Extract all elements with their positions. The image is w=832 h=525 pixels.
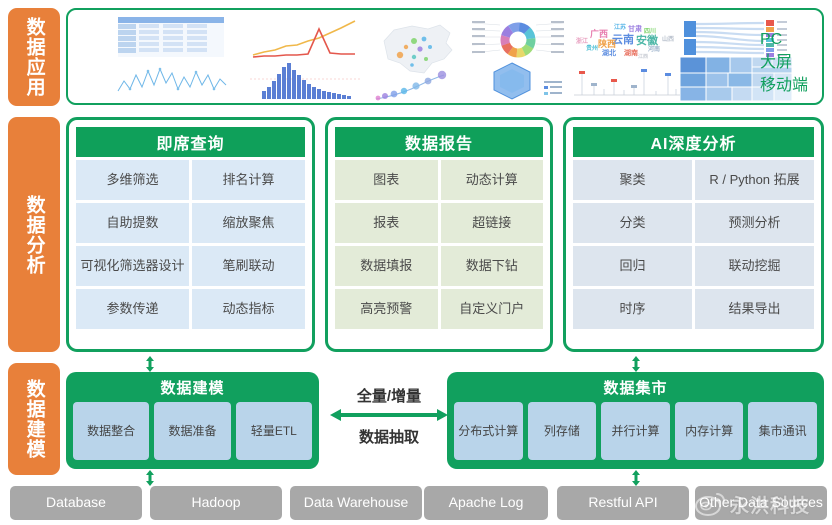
arrow-top-label: 全量/增量 xyxy=(356,388,422,405)
modeling-cell[interactable]: 数据准备 xyxy=(154,402,231,460)
svg-text:安徽: 安徽 xyxy=(636,33,659,47)
svg-text:湖北: 湖北 xyxy=(602,48,616,57)
connector-arrow-up-modeling xyxy=(146,356,154,372)
mart-cell[interactable]: 列存储 xyxy=(527,402,597,460)
word-cloud-thumbnail: 云南 安徽 广西 陕西 甘肃 江苏 四川 湖北 湖南 贵州 河南 山西 浙江 江… xyxy=(576,23,674,60)
panel-title: 即席查询 xyxy=(76,127,305,157)
connector-arrow-up-mart xyxy=(632,356,640,372)
box-cell-row: 数据整合 数据准备 轻量ETL xyxy=(73,402,312,460)
svg-text:江苏: 江苏 xyxy=(614,23,626,31)
feature-cell[interactable]: 结果导出 xyxy=(695,289,814,329)
sidebar-item-label: 数据应用 xyxy=(23,17,45,97)
sidebar-item-label: 数据分析 xyxy=(23,194,45,275)
svg-text:浙江: 浙江 xyxy=(576,37,588,45)
data-application-band: 云南 安徽 广西 陕西 甘肃 江苏 四川 湖北 湖南 贵州 河南 山西 浙江 江… xyxy=(66,8,824,105)
data-source-label: Data Warehouse xyxy=(303,494,409,511)
panel-title: 数据报告 xyxy=(335,127,543,157)
panel-cell-grid: 多维筛选 排名计算 自助提数 缩放聚焦 可视化筛选器设计 笔刷联动 参数传递 动… xyxy=(76,160,305,329)
feature-cell[interactable]: 联动挖掘 xyxy=(695,246,814,286)
dot-plot-thumbnail xyxy=(574,69,682,96)
svg-text:广西: 广西 xyxy=(590,28,608,40)
panel-title: AI深度分析 xyxy=(573,127,814,157)
feature-cell[interactable]: 回归 xyxy=(573,246,692,286)
architecture-diagram: 数据应用 数据分析 数据建模 云南 安徽 广西 陕西 甘肃 江苏 四川 湖北 湖… xyxy=(0,0,832,525)
sidebar-item-label: 数据建模 xyxy=(23,379,45,459)
device-bigscreen-label: 大屏 xyxy=(759,54,792,72)
device-mobile-label: 移动端 xyxy=(759,77,808,95)
feature-cell[interactable]: 分类 xyxy=(573,203,692,243)
svg-text:湖南: 湖南 xyxy=(624,48,638,57)
data-modeling-box: 数据建模 数据整合 数据准备 轻量ETL xyxy=(66,372,319,469)
connector-arrow-down-modeling xyxy=(146,470,154,486)
feature-cell[interactable]: 多维筛选 xyxy=(76,160,189,200)
mart-cell[interactable]: 并行计算 xyxy=(601,402,670,460)
data-source-data-warehouse[interactable]: Data Warehouse xyxy=(290,486,422,520)
connector-arrow-down-mart xyxy=(632,470,640,486)
line-chart-thumbnail xyxy=(252,20,356,58)
data-source-label: Hadoop xyxy=(191,494,241,511)
china-map-thumbnail xyxy=(375,24,453,101)
data-source-label: Other Data Sources xyxy=(699,494,823,511)
panel-ai-deep-analysis: AI深度分析 聚类 R / Python 拓展 分类 预测分析 回归 联动挖掘 … xyxy=(563,117,824,352)
feature-cell[interactable]: 笔刷联动 xyxy=(192,246,305,286)
feature-cell[interactable]: 排名计算 xyxy=(192,160,305,200)
feature-cell[interactable]: 缩放聚焦 xyxy=(192,203,305,243)
panel-cell-grid: 聚类 R / Python 拓展 分类 预测分析 回归 联动挖掘 时序 结果导出 xyxy=(573,160,814,329)
svg-text:贵州: 贵州 xyxy=(586,44,598,52)
data-source-label: Restful API xyxy=(588,494,658,511)
panel-data-report: 数据报告 图表 动态计算 报表 超链接 数据填报 数据下钻 高亮预警 自定义门户 xyxy=(325,117,553,352)
feature-cell[interactable]: 聚类 xyxy=(573,160,692,200)
data-source-other[interactable]: Other Data Sources xyxy=(695,486,827,520)
svg-text:四川: 四川 xyxy=(644,28,656,35)
svg-text:山西: 山西 xyxy=(662,35,674,43)
svg-text:甘肃: 甘肃 xyxy=(628,24,642,33)
feature-cell[interactable]: 报表 xyxy=(335,203,438,243)
feature-cell[interactable]: 预测分析 xyxy=(695,203,814,243)
chart-thumbnail-gallery: 云南 安徽 广西 陕西 甘肃 江苏 四川 湖北 湖南 贵州 河南 山西 浙江 江… xyxy=(72,13,792,103)
feature-cell[interactable]: 数据下钻 xyxy=(440,246,543,286)
radar-chart-thumbnail xyxy=(493,62,562,100)
feature-cell[interactable]: 可视化筛选器设计 xyxy=(76,246,189,286)
device-pc-label: PC xyxy=(759,31,783,48)
feature-cell[interactable]: 自助提数 xyxy=(76,203,189,243)
feature-cell[interactable]: 高亮预警 xyxy=(335,289,438,329)
box-cell-row: 分布式计算 列存储 并行计算 内存计算 集市通讯 xyxy=(454,402,817,460)
arrow-bottom-label: 数据抽取 xyxy=(358,429,419,446)
modeling-cell[interactable]: 轻量ETL xyxy=(235,402,312,460)
modeling-cell[interactable]: 数据整合 xyxy=(73,402,150,460)
data-source-apache-log[interactable]: Apache Log xyxy=(424,486,548,520)
feature-cell[interactable]: 动态指标 xyxy=(192,289,305,329)
sidebar-item-data-analysis[interactable]: 数据分析 xyxy=(8,117,60,352)
sidebar-item-data-modeling[interactable]: 数据建模 xyxy=(8,363,60,475)
feature-cell[interactable]: 数据填报 xyxy=(335,246,438,286)
feature-cell[interactable]: 自定义门户 xyxy=(440,289,543,329)
mart-cell[interactable]: 内存计算 xyxy=(674,402,744,460)
extraction-arrow-group: 全量/增量 数据抽取 xyxy=(330,386,448,456)
panel-ad-hoc-query: 即席查询 多维筛选 排名计算 自助提数 缩放聚焦 可视化筛选器设计 笔刷联动 参… xyxy=(66,117,315,352)
sparkline-chart-thumbnail xyxy=(117,67,227,92)
feature-cell[interactable]: 图表 xyxy=(335,160,438,200)
box-title: 数据建模 xyxy=(160,380,225,397)
sidebar-item-data-application[interactable]: 数据应用 xyxy=(8,8,60,106)
box-title: 数据集市 xyxy=(603,380,668,397)
donut-chart-thumbnail xyxy=(471,21,565,58)
histogram-thumbnail xyxy=(250,63,362,99)
panel-cell-grid: 图表 动态计算 报表 超链接 数据填报 数据下钻 高亮预警 自定义门户 xyxy=(335,160,543,329)
feature-cell[interactable]: 超链接 xyxy=(440,203,543,243)
device-targets-label: PC 大屏 移动端 xyxy=(760,28,808,98)
feature-cell[interactable]: 时序 xyxy=(573,289,692,329)
svg-text:河南: 河南 xyxy=(648,45,660,53)
data-mart-box: 数据集市 分布式计算 列存储 并行计算 内存计算 集市通讯 xyxy=(447,372,824,469)
mart-cell[interactable]: 分布式计算 xyxy=(454,402,523,460)
feature-cell[interactable]: 动态计算 xyxy=(440,160,543,200)
data-source-label: Apache Log xyxy=(448,494,524,511)
data-source-label: Database xyxy=(46,494,106,511)
feature-cell[interactable]: 参数传递 xyxy=(76,289,189,329)
data-source-database[interactable]: Database xyxy=(10,486,142,520)
feature-cell[interactable]: R / Python 拓展 xyxy=(695,160,814,200)
data-source-restful-api[interactable]: Restful API xyxy=(557,486,689,520)
mart-cell[interactable]: 集市通讯 xyxy=(748,402,817,460)
data-source-hadoop[interactable]: Hadoop xyxy=(150,486,282,520)
bidirectional-arrow-icon xyxy=(330,409,448,421)
